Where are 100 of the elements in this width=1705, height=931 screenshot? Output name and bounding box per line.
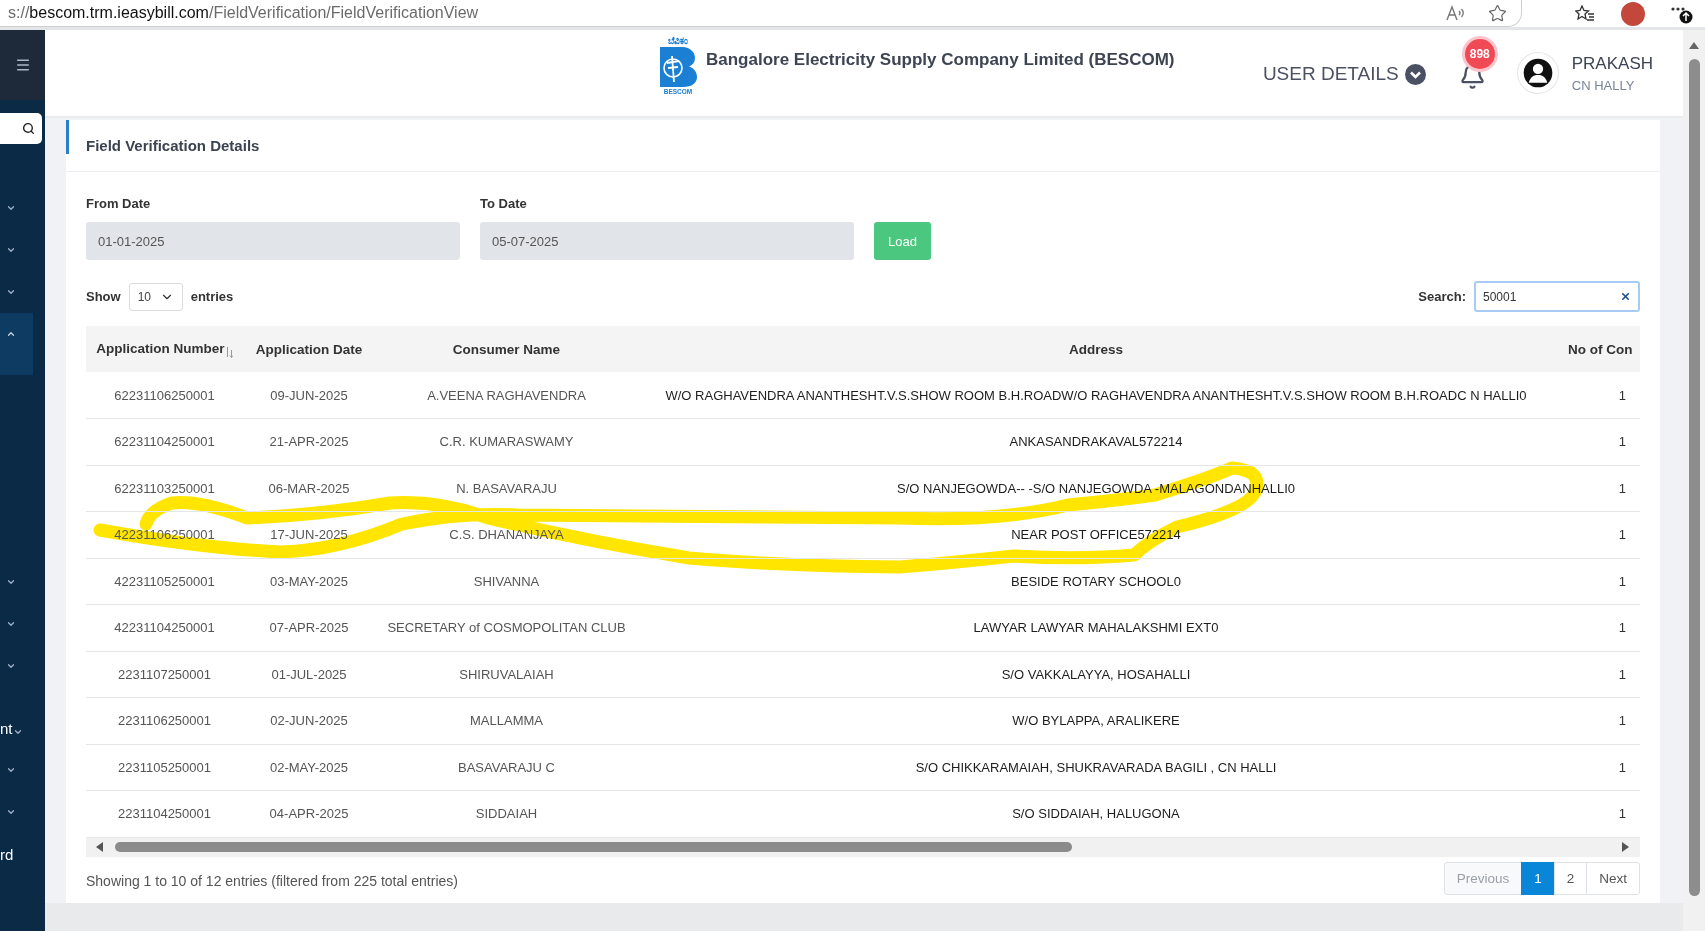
card-title: Field Verification Details (66, 120, 1660, 172)
table-cell: SHIVANNA (375, 558, 638, 605)
user-details-menu[interactable]: USER DETAILS (1262, 63, 1426, 85)
pagination-button[interactable]: 2 (1553, 862, 1588, 896)
table-cell: A.VEENA RAGHAVENDRA (375, 372, 638, 419)
chevron-down-icon (6, 619, 16, 629)
table-cell: N. BASAVARAJU (375, 465, 638, 512)
table-cell: C.R. KUMARASWAMY (375, 418, 638, 465)
table-cell: BASAVARAJU C (375, 744, 638, 791)
table-cell: SIDDAIAH (375, 790, 638, 837)
search-label: Search: (1418, 289, 1466, 304)
table-cell: LAWYAR LAWYAR MAHALAKSHMI EXT0 (638, 604, 1554, 651)
scrollbar-thumb[interactable] (115, 842, 1072, 852)
table-cell: 09-JUN-2025 (243, 372, 375, 419)
sidebar-search-field[interactable] (0, 113, 42, 144)
column-header[interactable]: Address (638, 326, 1554, 372)
table-cell: 1 (1554, 418, 1640, 465)
table-cell: 1 (1554, 697, 1640, 744)
table-cell: 1 (1554, 558, 1640, 605)
table-cell: S/O VAKKALAYYA, HOSAHALLI (638, 651, 1554, 698)
table-cell: 06-MAR-2025 (243, 465, 375, 512)
field-label: To Date (480, 195, 528, 212)
table-cell: W/O BYLAPPA, ARALIKERE (638, 697, 1554, 744)
search-field[interactable]: 50001 (1474, 281, 1640, 312)
chevron-down-icon (6, 807, 16, 817)
scrollbar-thumb[interactable] (1688, 59, 1700, 896)
table-cell: 1 (1554, 651, 1640, 698)
table-cell: 01-JUL-2025 (243, 651, 375, 698)
table-cell: 2231106250001 (86, 697, 243, 744)
table-cell: BESIDE ROTARY SCHOOL0 (638, 558, 1554, 605)
column-header[interactable]: Consumer Name (375, 326, 638, 372)
table-cell: 04-APR-2025 (243, 790, 375, 837)
column-header[interactable]: Application Number (86, 326, 243, 372)
date-input[interactable]: 05-07-2025 (480, 222, 854, 260)
profile-avatar-icon[interactable] (1621, 1, 1645, 26)
table-cell: 42231105250001 (86, 558, 243, 605)
table-cell: 2231107250001 (86, 651, 243, 698)
page-scrollbar[interactable] (1683, 30, 1705, 931)
table-cell: 02-JUN-2025 (243, 697, 375, 744)
table-cell: 62231104250001 (86, 418, 243, 465)
table-cell: 21-APR-2025 (243, 418, 375, 465)
table-cell: 62231103250001 (86, 465, 243, 512)
table-cell: SECRETARY of COSMOPOLITAN CLUB (375, 604, 638, 651)
table-cell: 2231104250001 (86, 790, 243, 837)
table-cell: 62231106250001 (86, 372, 243, 419)
menu-icon[interactable] (14, 57, 31, 73)
sidebar-item[interactable]: rd (0, 833, 45, 875)
entries-select[interactable]: 10 (128, 282, 183, 311)
table-cell: 42231104250001 (86, 604, 243, 651)
table-cell: SHIRUVALAIAH (375, 651, 638, 698)
table-cell: 1 (1554, 372, 1640, 419)
chevron-down-icon (6, 765, 16, 775)
url-text: s://bescom.trm.ieasybill.com/FieldVerification/FieldVerificationView (8, 4, 480, 22)
user-location: CN HALLY (1571, 77, 1636, 93)
chevron-down-icon (6, 661, 16, 671)
table-cell: 1 (1554, 511, 1640, 558)
table-cell: 17-JUN-2025 (243, 511, 375, 558)
chevron-down-icon (6, 577, 16, 587)
chevron-down-icon (6, 245, 16, 255)
table-cell: 02-MAY-2025 (243, 744, 375, 791)
scroll-right-icon[interactable] (1622, 842, 1629, 852)
table-cell: 07-APR-2025 (243, 604, 375, 651)
logo-mark-icon (658, 46, 698, 88)
search-icon (22, 122, 35, 135)
scroll-left-icon[interactable] (96, 842, 103, 852)
table-cell: MALLAMMA (375, 697, 638, 744)
clear-icon[interactable] (1620, 291, 1631, 302)
show-label: Show (86, 289, 121, 304)
read-aloud-icon[interactable] (1446, 5, 1466, 21)
field-label: From Date (86, 195, 152, 212)
table-cell: S/O SIDDAIAH, HALUGONA (638, 790, 1554, 837)
table-cell: 2231105250001 (86, 744, 243, 791)
table-cell: ANKASANDRAKAVAL572214 (638, 418, 1554, 465)
table-cell: 1 (1554, 465, 1640, 512)
table-cell: W/O RAGHAVENDRA ANANTHESHT.V.S.SHOW ROOM B.H.ROADW/O RAGHAVENDRA ANANTHESHT.V.S.SHOW ROOM B.H.ROADC N HALLI0 (638, 372, 1554, 419)
chevron-down-icon (12, 727, 23, 737)
pagination-button[interactable]: Next (1586, 862, 1640, 896)
table-cell: 1 (1554, 744, 1640, 791)
scroll-up-icon[interactable] (1689, 42, 1699, 49)
pagination-button[interactable]: 1 (1521, 862, 1555, 896)
table-cell: 1 (1554, 604, 1640, 651)
table-cell: 1 (1554, 790, 1640, 837)
favorites-icon[interactable] (1575, 5, 1595, 22)
sidebar-item[interactable]: nt (0, 687, 45, 749)
favorite-star-icon[interactable] (1488, 3, 1507, 23)
table-cell: 03-MAY-2025 (243, 558, 375, 605)
company-title: Bangalore Electricity Supply Company Limited (BESCOM) (706, 51, 1175, 69)
chevron-down-icon (6, 203, 16, 213)
chevron-up-icon (6, 329, 16, 339)
address-bar[interactable]: s://bescom.trm.ieasybill.com/FieldVerification/FieldVerificationView (0, 0, 1522, 27)
table-info: Showing 1 to 10 of 12 entries (filtered from 225 total entries) (86, 872, 458, 889)
chevron-down-icon (6, 287, 16, 297)
column-header[interactable]: No of Con (1554, 326, 1640, 372)
notification-badge: 898 (1464, 38, 1495, 69)
column-header[interactable]: Application Date (243, 326, 375, 372)
user-avatar-icon[interactable] (1516, 52, 1559, 94)
date-input[interactable]: 01-01-2025 (86, 222, 460, 260)
table-cell: S/O CHIKKARAMAIAH, SHUKRAVARADA BAGILI , CN HALLI (638, 744, 1554, 791)
chevron-circle-icon (1404, 63, 1426, 85)
entries-label: entries (190, 289, 234, 304)
